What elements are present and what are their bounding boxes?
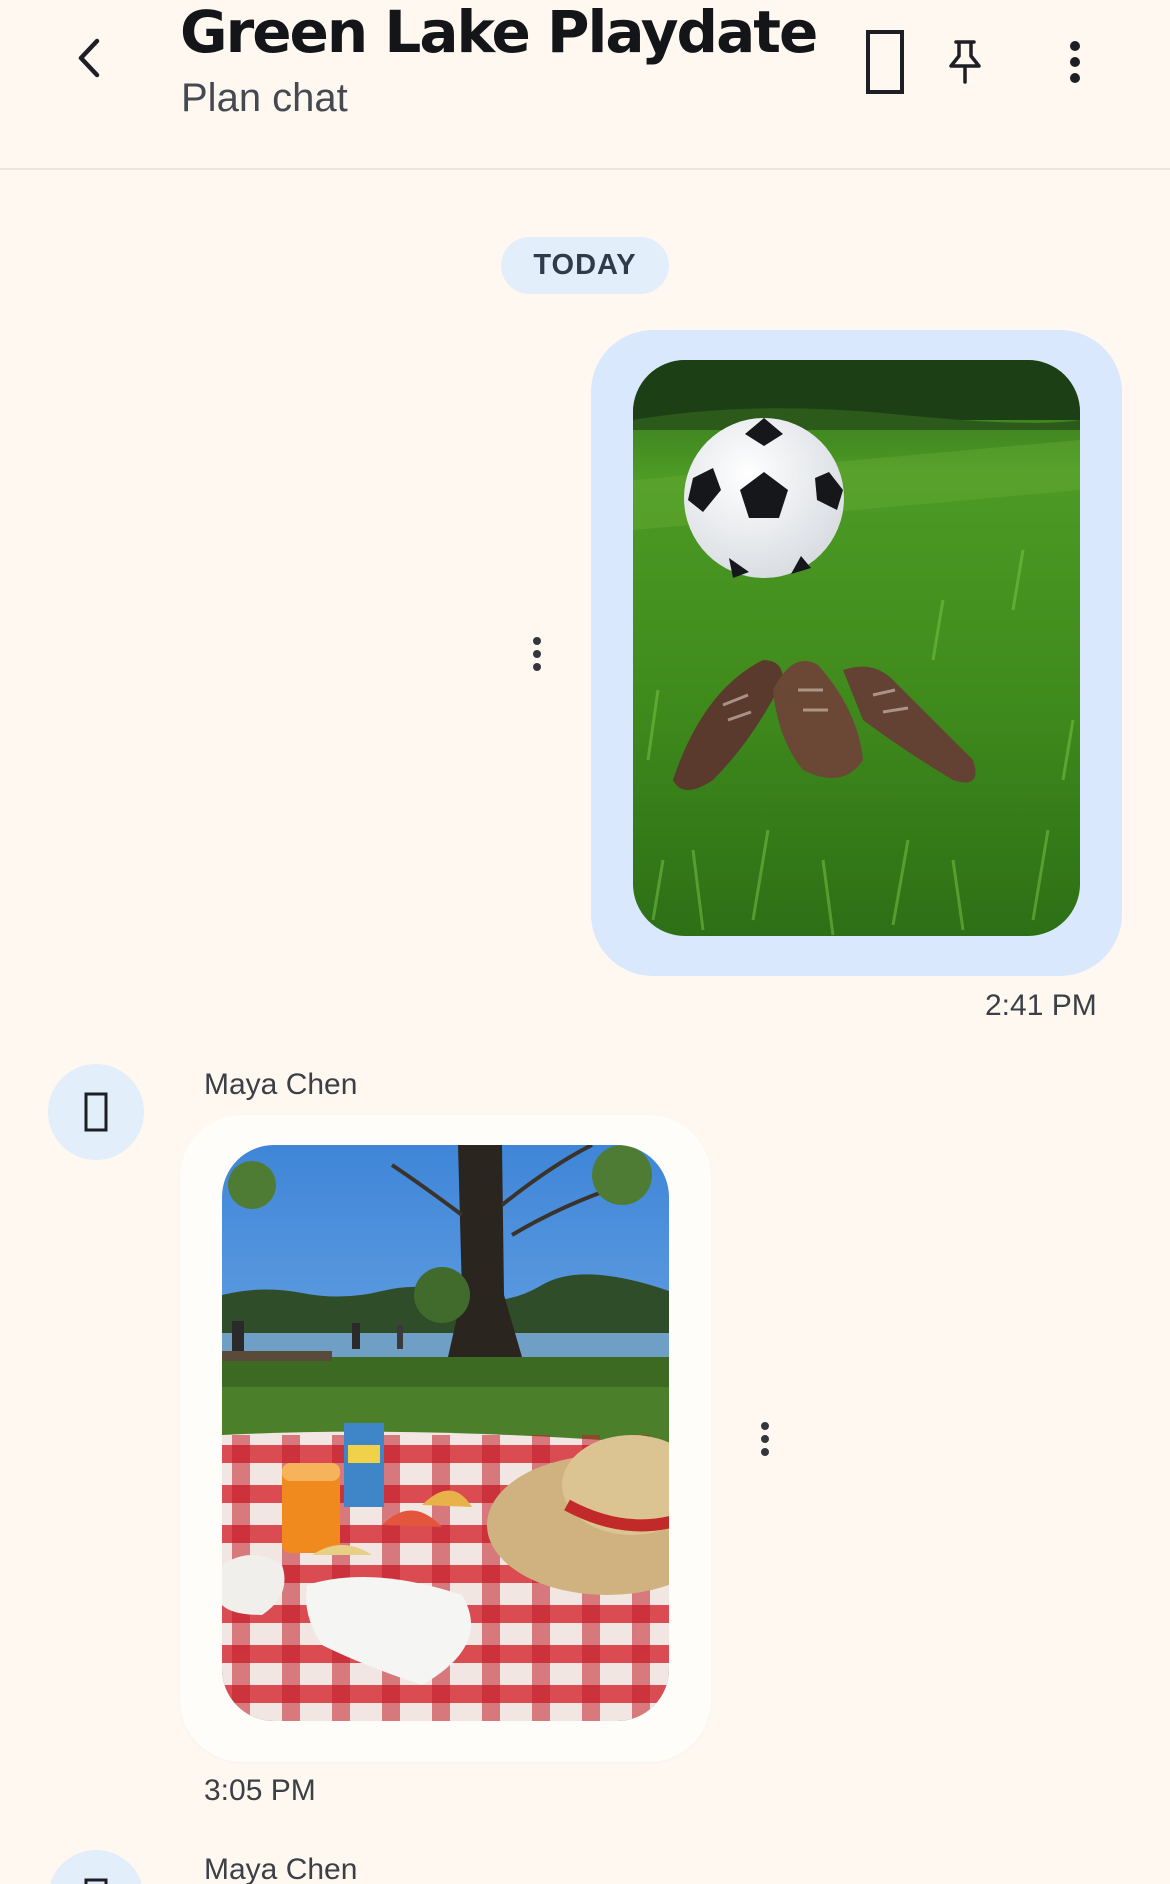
picnic-photo[interactable] (222, 1145, 669, 1721)
message-timestamp: 3:05 PM (204, 1774, 316, 1807)
chat-title: Green Lake Playdate (180, 0, 818, 66)
more-vertical-icon (533, 637, 541, 671)
sender-name: Maya Chen (204, 1068, 358, 1101)
soccer-photo[interactable] (633, 360, 1080, 936)
message-menu-button[interactable] (745, 1409, 785, 1469)
avatar[interactable] (48, 1850, 144, 1884)
message-timestamp: 2:41 PM (985, 989, 1097, 1022)
incoming-message-bubble[interactable] (180, 1115, 711, 1762)
avatar-placeholder-icon (84, 1878, 108, 1884)
pin-icon (949, 40, 981, 84)
date-divider: TODAY (501, 237, 669, 294)
message-menu-button[interactable] (517, 624, 557, 684)
more-vertical-icon (761, 1422, 769, 1456)
avatar-placeholder-icon (84, 1092, 108, 1132)
more-options-button[interactable] (1040, 22, 1110, 102)
more-vertical-icon (1070, 41, 1080, 83)
back-icon (78, 38, 100, 78)
outgoing-message-bubble[interactable] (591, 330, 1122, 976)
chat-subtitle: Plan chat (181, 76, 348, 120)
document-button[interactable] (850, 22, 920, 102)
chat-header: Green Lake Playdate Plan chat (0, 0, 1170, 170)
chat-screen: Green Lake Playdate Plan chat TODAY 2:41… (0, 0, 1170, 1884)
pin-button[interactable] (930, 22, 1000, 102)
back-button[interactable] (60, 28, 120, 88)
sender-name: Maya Chen (204, 1853, 358, 1884)
avatar[interactable] (48, 1064, 144, 1160)
document-icon (866, 30, 904, 94)
